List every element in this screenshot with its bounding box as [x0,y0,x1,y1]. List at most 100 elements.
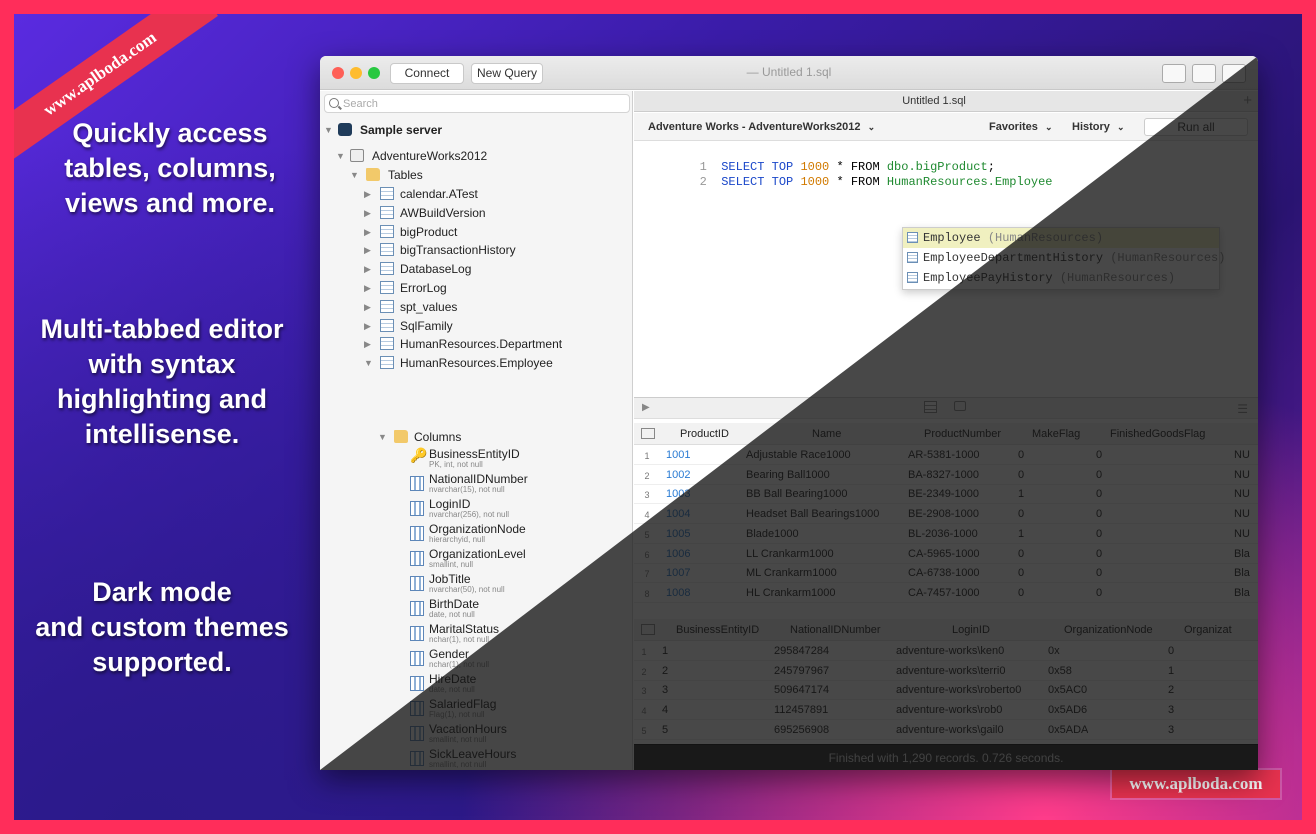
table-cell[interactable]: Bla [1234,548,1250,560]
table-cell[interactable]: 1006 [666,548,690,560]
column-header[interactable]: FinishedGoodsFlag [1110,428,1205,440]
table-cell[interactable]: Bla [1234,587,1250,599]
run-all-button[interactable]: Run all [1144,118,1248,136]
table-cell[interactable]: ML Crankarm1000 [746,567,837,579]
table-cell[interactable]: Blade1000 [746,528,799,540]
table-cell[interactable]: 0 [1096,508,1102,520]
table-cell[interactable]: 112457891 [774,704,828,716]
table-cell[interactable]: Bearing Ball1000 [746,469,830,481]
table-row[interactable]: 1 1 295847284 adventure-works\ken0 0x 0 [634,642,1258,661]
add-tab-icon[interactable]: + [1243,92,1252,109]
table-cell[interactable]: 1008 [666,587,690,599]
table-cell[interactable]: BL-2036-1000 [908,528,978,540]
search-input[interactable]: Search [324,94,630,113]
table-cell[interactable]: 1 [1018,528,1024,540]
table-cell[interactable]: BB Ball Bearing1000 [746,488,848,500]
table-cell[interactable]: 1003 [666,488,690,500]
table-cell[interactable]: 0x5AC0 [1048,684,1087,696]
table-cell[interactable]: 295847284 [774,645,829,657]
tree-table-item[interactable]: ▶ ErrorLog [364,279,624,297]
tree-table-item[interactable]: ▶ DatabaseLog [364,260,624,278]
chevron-right-icon[interactable]: ▶ [364,302,371,313]
tree-column-item[interactable]: SickLeaveHours smallint, not null [408,747,628,770]
table-cell[interactable]: CA-7457-1000 [908,587,980,599]
tree-table-item[interactable]: ▼ HumanResources.Employee [364,354,624,372]
table-cell[interactable]: adventure-works\gail0 [896,724,1004,736]
right-panel-layout-icon[interactable] [1222,64,1246,83]
autocomplete-item[interactable]: EmployeePayHistory (HumanResources) [903,268,1219,288]
table-cell[interactable]: AR-5381-1000 [908,449,980,461]
table-cell[interactable]: 3 [1168,704,1174,716]
table-row[interactable]: 2 2 245797967 adventure-works\terri0 0x58 1 [634,662,1258,681]
table-cell[interactable]: 0 [1018,469,1024,481]
table-cell[interactable]: 1 [1018,488,1024,500]
table-cell[interactable]: 0 [1096,567,1102,579]
tree-column-item[interactable]: LoginID nvarchar(256), not null [408,497,628,521]
table-cell[interactable]: 1 [662,645,668,657]
table-cell[interactable]: 0x5ADA [1048,724,1088,736]
table-cell[interactable]: Headset Ball Bearings1000 [746,508,879,520]
chevron-right-icon[interactable]: ▶ [364,283,371,294]
table-row[interactable]: 7 1007 ML Crankarm1000 CA-6738-1000 0 0 Bla [634,564,1258,584]
tree-column-item[interactable]: NationalIDNumber nvarchar(15), not null [408,472,628,496]
tree-column-item[interactable]: 🔑 BusinessEntityID PK, int, not null [408,447,628,471]
table-cell[interactable]: 0 [1096,528,1102,540]
table-cell[interactable]: 5 [662,724,668,736]
column-header[interactable]: MakeFlag [1032,428,1080,440]
chevron-down-icon[interactable]: ▼ [324,125,333,135]
table-row[interactable]: 1 1001 Adjustable Race1000 AR-5381-1000 0 0 NU [634,446,1258,465]
chevron-right-icon[interactable]: ▶ [364,245,371,256]
table-cell[interactable]: CA-6738-1000 [908,567,980,579]
chevron-down-icon[interactable]: ▼ [378,432,387,442]
table-cell[interactable]: 0 [1018,508,1024,520]
column-header[interactable]: BusinessEntityID [676,624,759,636]
table-cell[interactable]: 695256908 [774,724,829,736]
table-cell[interactable]: 1 [1168,665,1174,677]
table-cell[interactable]: adventure-works\terri0 [896,665,1005,677]
column-header[interactable]: Organizat [1184,624,1232,636]
table-cell[interactable]: 0 [1018,587,1024,599]
table-cell[interactable]: NU [1234,508,1250,520]
tree-column-item[interactable]: OrganizationNode hierarchyid, null [408,522,628,546]
table-cell[interactable]: HL Crankarm1000 [746,587,835,599]
table-row[interactable]: 3 3 509647174 adventure-works\roberto0 0x5AC… [634,681,1258,701]
table-cell[interactable]: 0 [1096,488,1102,500]
table-cell[interactable]: NU [1234,528,1250,540]
table-row[interactable]: 4 4 112457891 adventure-works\rob0 0x5AD6 3 [634,701,1258,721]
table-row[interactable]: 8 1008 HL Crankarm1000 CA-7457-1000 0 0 Bla [634,584,1258,603]
export-icon[interactable] [641,624,655,635]
column-header[interactable]: Name [812,428,841,440]
table-cell[interactable]: 1004 [666,508,690,520]
table-cell[interactable]: adventure-works\ken0 [896,645,1004,657]
tree-column-item[interactable]: JobTitle nvarchar(50), not null [408,572,628,596]
tree-table-item[interactable]: ▶ spt_values [364,298,624,316]
chevron-down-icon[interactable]: ▼ [336,151,345,161]
table-cell[interactable]: adventure-works\rob0 [896,704,1002,716]
column-header[interactable]: ProductID [680,428,729,440]
history-menu[interactable]: History ⌄ [1072,121,1125,133]
sidebar-layout-icon[interactable] [1162,64,1186,83]
table-cell[interactable]: NU [1234,449,1250,461]
table-cell[interactable]: 0x58 [1048,665,1072,677]
table-cell[interactable]: 0 [1096,548,1102,560]
tree-column-item[interactable]: VacationHours smallint, not null [408,722,628,746]
table-cell[interactable]: 0x5AD6 [1048,704,1087,716]
tree-table-item[interactable]: ▶ bigTransactionHistory [364,241,624,259]
table-cell[interactable]: 0 [1018,449,1024,461]
tree-table-item[interactable]: ▶ calendar.ATest [364,185,624,203]
table-cell[interactable]: 1001 [666,449,690,461]
tree-column-item[interactable]: SalariedFlag Flag(1), not null [408,697,628,721]
tree-column-item[interactable]: OrganizationLevel smallint, null [408,547,628,571]
table-cell[interactable]: 509647174 [774,684,829,696]
table-row[interactable]: 4 1004 Headset Ball Bearings1000 BE-2908-10… [634,505,1258,525]
column-header[interactable]: ProductNumber [924,428,1001,440]
table-cell[interactable]: BA-8327-1000 [908,469,979,481]
table-cell[interactable]: 1002 [666,469,690,481]
table-cell[interactable]: Bla [1234,567,1250,579]
message-view-icon[interactable] [954,401,966,411]
tree-table-item[interactable]: ▶ SqlFamily [364,317,624,335]
chevron-right-icon[interactable]: ▶ [364,339,371,350]
table-cell[interactable]: 0 [1168,645,1174,657]
tree-column-item[interactable]: HireDate date, not null [408,672,628,696]
tree-table-item[interactable]: ▶ AWBuildVersion [364,204,624,222]
